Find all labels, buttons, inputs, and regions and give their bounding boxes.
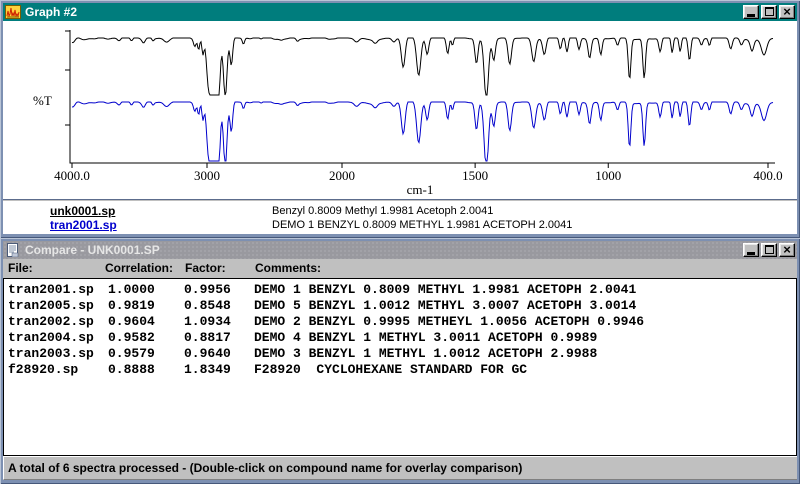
cell-file: f28920.sp: [8, 362, 78, 377]
cell-factor: 0.8548: [184, 298, 231, 313]
y-axis-title: %T: [33, 93, 52, 108]
cell-comments: DEMO 1 BENZYL 0.8009 METHYL 1.9981 ACETO…: [254, 282, 636, 297]
cell-file: tran2004.sp: [8, 330, 94, 345]
cell-factor: 0.9956: [184, 282, 231, 297]
column-header-correlation: Correlation:: [105, 261, 173, 275]
legend-description: Benzyl 0.8009 Methyl 1.9981 Acetoph 2.00…: [272, 205, 493, 217]
spectrum-chart-icon: [5, 5, 21, 19]
graph-window-titlebar[interactable]: Graph #2 ×: [3, 3, 797, 21]
spectrum-trace-tran2001.sp: [72, 102, 773, 161]
compare-window-title: Compare - UNK0001.SP: [25, 243, 741, 257]
cell-comments: DEMO 2 BENZYL 0.9995 METHEYL 1.0056 ACET…: [254, 314, 644, 329]
graph-minimize-button[interactable]: [743, 5, 759, 19]
cell-correlation: 0.8888: [108, 362, 155, 377]
close-icon: ×: [783, 244, 791, 255]
table-row[interactable]: f28920.sp 0.8888 1.8349 F28920 CYCLOHEXANE …: [4, 362, 796, 378]
minimize-icon: [747, 252, 755, 255]
compare-window-controls: ×: [741, 243, 795, 257]
status-bar: A total of 6 spectra processed - (Double…: [3, 456, 797, 480]
x-axis-tick-label: 3000: [194, 168, 220, 183]
x-axis-tick-label: 4000.0: [54, 168, 90, 183]
x-axis-title: cm-1: [407, 182, 434, 197]
table-row[interactable]: tran2005.sp 0.9819 0.8548 DEMO 5 BENZYL 1.0…: [4, 298, 796, 314]
results-column-headers: File: Correlation: Factor: Comments:: [3, 259, 797, 278]
compare-close-button[interactable]: ×: [779, 243, 795, 257]
spectrum-legend: unk0001.sp Benzyl 0.8009 Methyl 1.9981 Ac…: [3, 202, 797, 234]
legend-row: tran2001.sp DEMO 1 BENZYL 0.8009 METHYL 1…: [3, 218, 797, 232]
cell-factor: 1.8349: [184, 362, 231, 377]
status-text: A total of 6 spectra processed - (Double…: [8, 461, 522, 475]
column-header-comments: Comments:: [255, 261, 321, 275]
cell-factor: 0.9640: [184, 346, 231, 361]
cell-correlation: 0.9819: [108, 298, 155, 313]
results-table: tran2001.sp 1.0000 0.9956 DEMO 1 BENZYL 0.8…: [3, 278, 797, 456]
graph-window-title: Graph #2: [25, 5, 741, 19]
legend-filename-link[interactable]: tran2001.sp: [50, 218, 117, 232]
table-row[interactable]: tran2004.sp 0.9582 0.8817 DEMO 4 BENZYL 1 M…: [4, 330, 796, 346]
close-icon: ×: [783, 6, 791, 17]
x-axis-tick-label: 1000: [595, 168, 621, 183]
application-screen: Graph #2 × 4000.0 3000 2000 1500 1000 400.0 cm…: [0, 0, 800, 484]
graph-maximize-button[interactable]: [761, 5, 777, 19]
graph-close-button[interactable]: ×: [779, 5, 795, 19]
cell-correlation: 0.9582: [108, 330, 155, 345]
cell-factor: 1.0934: [184, 314, 231, 329]
cell-file: tran2001.sp: [8, 282, 94, 297]
compare-window-titlebar[interactable]: Compare - UNK0001.SP ×: [3, 241, 797, 259]
table-row[interactable]: tran2002.sp 0.9604 1.0934 DEMO 2 BENZYL 0.9…: [4, 314, 796, 330]
cell-correlation: 1.0000: [108, 282, 155, 297]
compare-window: Compare - UNK0001.SP × File: Correlation…: [0, 238, 800, 484]
graph-window: Graph #2 × 4000.0 3000 2000 1500 1000 400.0 cm…: [0, 0, 800, 238]
cell-comments: F28920 CYCLOHEXANE STANDARD FOR GC: [254, 362, 527, 377]
legend-description: DEMO 1 BENZYL 0.8009 METHYL 1.9981 ACETO…: [272, 219, 572, 231]
graph-window-controls: ×: [741, 5, 795, 19]
cell-comments: DEMO 4 BENZYL 1 METHYL 3.0011 ACETOPH 0.…: [254, 330, 597, 345]
cell-file: tran2005.sp: [8, 298, 94, 313]
maximize-icon: [765, 7, 774, 16]
legend-row: unk0001.sp Benzyl 0.8009 Methyl 1.9981 Ac…: [3, 204, 797, 218]
spectrum-plot-area[interactable]: 4000.0 3000 2000 1500 1000 400.0 cm-1 %T: [3, 21, 797, 199]
maximize-icon: [765, 245, 774, 254]
x-axis-tick-label: 400.0: [753, 168, 782, 183]
document-icon: [5, 243, 21, 257]
x-axis-tick-label: 1500: [462, 168, 488, 183]
cell-file: tran2003.sp: [8, 346, 94, 361]
table-row[interactable]: tran2003.sp 0.9579 0.9640 DEMO 3 BENZYL 1 M…: [4, 346, 796, 362]
x-axis-tick-label: 2000: [329, 168, 355, 183]
column-header-file: File:: [8, 261, 33, 275]
cell-factor: 0.8817: [184, 330, 231, 345]
cell-file: tran2002.sp: [8, 314, 94, 329]
compare-maximize-button[interactable]: [761, 243, 777, 257]
cell-correlation: 0.9579: [108, 346, 155, 361]
axis-lines: [70, 30, 775, 163]
cell-correlation: 0.9604: [108, 314, 155, 329]
column-header-factor: Factor:: [185, 261, 226, 275]
table-row[interactable]: tran2001.sp 1.0000 0.9956 DEMO 1 BENZYL 0.8…: [4, 282, 796, 298]
ir-spectrum-chart: 4000.0 3000 2000 1500 1000 400.0 cm-1 %T: [3, 21, 797, 199]
minimize-icon: [747, 14, 755, 17]
cell-comments: DEMO 5 BENZYL 1.0012 METHYL 3.0007 ACETO…: [254, 298, 636, 313]
compare-minimize-button[interactable]: [743, 243, 759, 257]
legend-filename-link[interactable]: unk0001.sp: [50, 204, 115, 218]
spectrum-trace-unk0001.sp: [72, 38, 773, 95]
cell-comments: DEMO 3 BENZYL 1 METHYL 1.0012 ACETOPH 2.…: [254, 346, 597, 361]
